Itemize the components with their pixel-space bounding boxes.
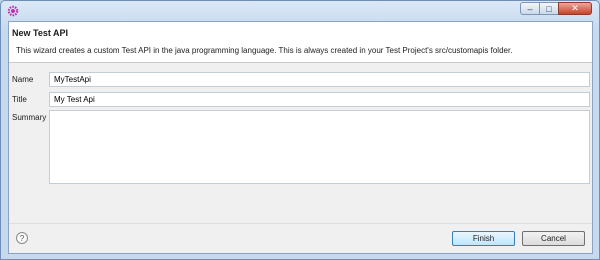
close-button[interactable]: ✕ [558,2,592,15]
name-label: Name [12,75,34,84]
title-bar[interactable]: – □ ✕ [1,1,599,21]
dialog-window: – □ ✕ New Test API This wizard creates a… [0,0,600,260]
finish-button[interactable]: Finish [452,231,515,246]
summary-label: Summary [12,113,47,122]
footer-divider [9,223,592,224]
gear-icon [7,5,19,17]
help-icon[interactable]: ? [16,232,28,244]
wizard-banner: New Test API This wizard creates a custo… [9,22,592,63]
wizard-title: New Test API [12,28,69,38]
title-label: Title [12,95,27,104]
summary-field[interactable] [49,110,590,184]
window-controls: – □ ✕ [520,2,592,15]
wizard-content: New Test API This wizard creates a custo… [8,21,593,254]
title-field[interactable] [49,92,590,107]
minimize-button[interactable]: – [520,2,540,15]
name-field[interactable] [49,72,590,87]
cancel-button[interactable]: Cancel [522,231,585,246]
wizard-description: This wizard creates a custom Test API in… [16,46,513,55]
maximize-button[interactable]: □ [539,2,559,15]
